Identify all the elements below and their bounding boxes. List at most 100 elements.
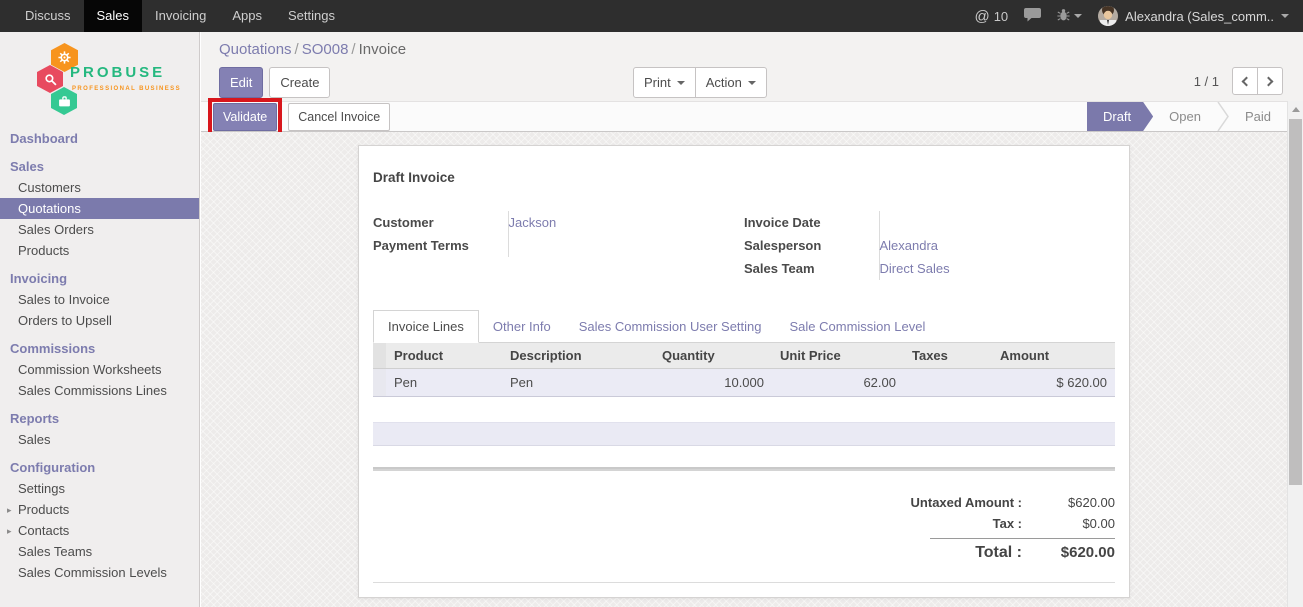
expand-caret-icon[interactable]: ▸ bbox=[7, 503, 12, 518]
sidebar-item-sales-orders[interactable]: Sales Orders bbox=[0, 219, 199, 240]
topbar-menu-sales[interactable]: Sales bbox=[84, 0, 143, 32]
print-button[interactable]: Print bbox=[633, 67, 696, 98]
bug-icon bbox=[1057, 8, 1070, 25]
sidebar-item-orders-to-upsell[interactable]: Orders to Upsell bbox=[0, 310, 199, 331]
sidebar-item-sales-to-invoice[interactable]: Sales to Invoice bbox=[0, 289, 199, 310]
pager-previous-button[interactable] bbox=[1232, 67, 1258, 95]
sidebar-item-products[interactable]: ▸ Products bbox=[0, 499, 199, 520]
gear-icon bbox=[58, 51, 71, 64]
field-label-customer: Customer bbox=[373, 211, 508, 234]
tab-sale-commission-level[interactable]: Sale Commission Level bbox=[776, 311, 940, 342]
field-row: CustomerJackson bbox=[373, 211, 744, 234]
cancel-invoice-button[interactable]: Cancel Invoice bbox=[288, 103, 390, 131]
pager-next-button[interactable] bbox=[1257, 67, 1283, 95]
sidebar-item-products[interactable]: Products bbox=[0, 240, 199, 261]
cell-taxes[interactable] bbox=[904, 369, 992, 397]
pager-counter: 1 / 1 bbox=[1194, 74, 1219, 89]
empty-list-row[interactable] bbox=[373, 422, 1115, 446]
table-row[interactable]: PenPen10.00062.00$ 620.00 bbox=[373, 369, 1115, 397]
breadcrumb-invoice: Invoice bbox=[359, 41, 407, 58]
topbar-menu-invoicing[interactable]: Invoicing bbox=[142, 0, 219, 32]
cell-product[interactable]: Pen bbox=[386, 369, 502, 397]
sidebar-item-sales-commissions-lines[interactable]: Sales Commissions Lines bbox=[0, 380, 199, 401]
logo-subtitle: PROFESSIONAL BUSINESS bbox=[72, 86, 181, 92]
print-button-label: Print bbox=[644, 75, 671, 90]
total-value: $620.00 bbox=[1035, 544, 1115, 561]
action-buttons: Print Action bbox=[633, 67, 767, 98]
tab-invoice-lines[interactable]: Invoice Lines bbox=[373, 310, 479, 343]
user-menu[interactable]: Alexandra (Sales_comm.. bbox=[1098, 6, 1289, 26]
sidebar-header-invoicing[interactable]: Invoicing bbox=[0, 266, 199, 289]
triangle-up-icon bbox=[1292, 103, 1300, 112]
caret-down-icon bbox=[748, 81, 756, 89]
sidebar-header-commissions[interactable]: Commissions bbox=[0, 336, 199, 359]
topbar-menu-discuss[interactable]: Discuss bbox=[12, 0, 84, 32]
caret-down-icon bbox=[677, 81, 685, 89]
field-label-payment-terms: Payment Terms bbox=[373, 234, 508, 257]
tax-row: Tax : $0.00 bbox=[875, 513, 1115, 534]
validate-highlight-box: Validate bbox=[208, 98, 282, 136]
breadcrumb-so008[interactable]: SO008 bbox=[302, 41, 349, 58]
sidebar-item-quotations[interactable]: Quotations bbox=[0, 198, 199, 219]
tab-sales-commission-user-setting[interactable]: Sales Commission User Setting bbox=[565, 311, 776, 342]
col-header-description: Description bbox=[502, 343, 654, 369]
create-button[interactable]: Create bbox=[269, 67, 330, 98]
action-button[interactable]: Action bbox=[695, 67, 767, 98]
field-row: Sales TeamDirect Sales bbox=[744, 257, 1115, 280]
sidebar-item-label: Commission Worksheets bbox=[18, 362, 162, 377]
sidebar-header-configuration[interactable]: Configuration bbox=[0, 455, 199, 478]
mention-count: 10 bbox=[994, 9, 1008, 24]
field-value-salesperson[interactable]: Alexandra bbox=[879, 234, 1115, 257]
breadcrumb-quotations[interactable]: Quotations bbox=[219, 41, 292, 58]
row-handle bbox=[373, 369, 386, 397]
status-step-paid: Paid bbox=[1229, 102, 1287, 131]
sidebar-item-contacts[interactable]: ▸Contacts bbox=[0, 520, 199, 541]
sheet-bottom-rule bbox=[373, 582, 1115, 583]
statusbar: Validate Cancel Invoice DraftOpenPaid bbox=[201, 101, 1287, 132]
top-navbar: DiscussSalesInvoicingAppsSettings @ 10 A… bbox=[0, 0, 1303, 32]
debug-menu[interactable] bbox=[1057, 8, 1082, 25]
messages-menu[interactable] bbox=[1024, 8, 1041, 25]
field-value-sales-team[interactable]: Direct Sales bbox=[879, 257, 1115, 280]
sidebar-item-customers[interactable]: Customers bbox=[0, 177, 199, 198]
cell-unit-price[interactable]: 62.00 bbox=[772, 369, 904, 397]
untaxed-amount-label: Untaxed Amount : bbox=[875, 495, 1035, 510]
chevron-right-icon bbox=[1264, 76, 1274, 86]
topbar-menu-settings[interactable]: Settings bbox=[275, 0, 348, 32]
edit-button[interactable]: Edit bbox=[219, 67, 263, 98]
field-value-customer[interactable]: Jackson bbox=[508, 211, 744, 234]
sidebar-item-sales[interactable]: Sales bbox=[0, 429, 199, 450]
pager-buttons bbox=[1232, 67, 1283, 95]
sidebar-header-dashboard[interactable]: Dashboard bbox=[0, 126, 199, 149]
user-name: Alexandra (Sales_comm.. bbox=[1125, 9, 1274, 24]
field-label-salesperson: Salesperson bbox=[744, 234, 879, 257]
cell-quantity[interactable]: 10.000 bbox=[654, 369, 772, 397]
sidebar-item-settings[interactable]: Settings bbox=[0, 478, 199, 499]
sidebar-item-label: Customers bbox=[18, 180, 81, 195]
section-divider bbox=[373, 467, 1115, 471]
expand-caret-icon[interactable]: ▸ bbox=[7, 524, 12, 539]
field-value-invoice-date bbox=[879, 211, 1115, 234]
sidebar-header-sales[interactable]: Sales bbox=[0, 154, 199, 177]
sidebar-item-commission-worksheets[interactable]: Commission Worksheets bbox=[0, 359, 199, 380]
sidebar-item-sales-commission-levels[interactable]: Sales Commission Levels bbox=[0, 562, 199, 583]
sidebar-item-label: Products bbox=[18, 502, 69, 517]
invoice-sheet: Draft Invoice CustomerJacksonPayment Ter… bbox=[358, 145, 1130, 598]
scrollbar-up-button[interactable] bbox=[1288, 101, 1303, 117]
cell-description[interactable]: Pen bbox=[502, 369, 654, 397]
topbar-menu-apps[interactable]: Apps bbox=[219, 0, 275, 32]
topbar-menus: DiscussSalesInvoicingAppsSettings bbox=[12, 0, 348, 32]
form-view-background: Draft Invoice CustomerJacksonPayment Ter… bbox=[201, 132, 1287, 607]
mentions-counter[interactable]: @ 10 bbox=[974, 9, 1008, 24]
col-header-unit-price: Unit Price bbox=[772, 343, 904, 369]
sidebar-nav: DashboardSalesCustomersQuotationsSales O… bbox=[0, 126, 199, 583]
sidebar-header-reports[interactable]: Reports bbox=[0, 406, 199, 429]
tab-other-info[interactable]: Other Info bbox=[479, 311, 565, 342]
sidebar-item-sales-teams[interactable]: Sales Teams bbox=[0, 541, 199, 562]
col-header-product: Product bbox=[386, 343, 502, 369]
cell-amount[interactable]: $ 620.00 bbox=[992, 369, 1115, 397]
field-row: Payment Terms bbox=[373, 234, 744, 257]
sidebar: PROBUSE PROFESSIONAL BUSINESS DashboardS… bbox=[0, 32, 200, 607]
validate-button[interactable]: Validate bbox=[213, 103, 277, 131]
scrollbar-thumb[interactable] bbox=[1289, 119, 1302, 485]
